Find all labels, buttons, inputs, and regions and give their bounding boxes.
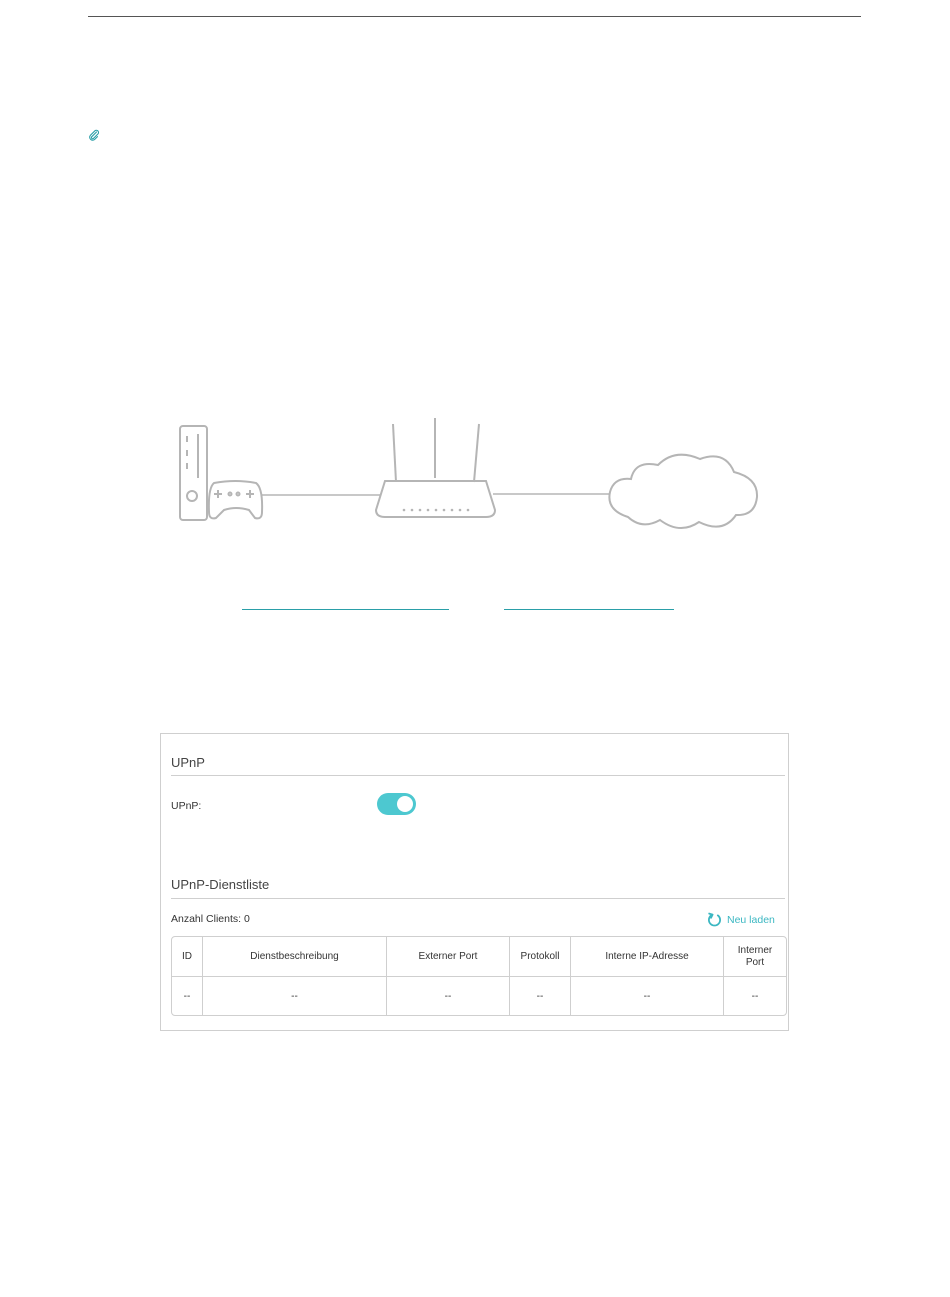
column-header-internal-port: Interner Port	[724, 937, 786, 977]
column-header-external-port: Externer Port	[387, 937, 510, 977]
table-row: -- -- -- -- -- --	[172, 977, 786, 1015]
column-header-internal-ip: Interne IP-Adresse	[571, 937, 724, 977]
service-list-title: UPnP-Dienstliste	[171, 877, 270, 892]
column-header-protocol: Protokoll	[510, 937, 571, 977]
section-divider	[171, 898, 785, 899]
table-header-row: ID Dienstbeschreibung Externer Port Prot…	[172, 937, 786, 977]
column-header-description: Dienstbeschreibung	[203, 937, 387, 977]
column-header-id: ID	[172, 937, 203, 977]
cell-description: --	[203, 977, 387, 1015]
cloud-icon	[608, 453, 759, 529]
upnp-toggle-label: UPnP:	[171, 800, 202, 812]
paperclip-icon	[89, 129, 100, 141]
cell-id: --	[172, 977, 203, 1015]
upnp-section-title: UPnP	[171, 755, 205, 770]
cell-internal-ip: --	[571, 977, 724, 1015]
top-divider	[88, 16, 861, 17]
router-icon	[374, 418, 497, 518]
column-header-internal-port-text: Interner Port	[737, 944, 773, 968]
game-console-icon	[179, 425, 208, 521]
network-diagram	[179, 418, 759, 529]
section-divider	[171, 775, 785, 776]
cell-protocol: --	[510, 977, 571, 1015]
service-table: ID Dienstbeschreibung Externer Port Prot…	[171, 936, 787, 1016]
client-count: Anzahl Clients: 0	[171, 913, 250, 925]
reload-button[interactable]: Neu laden	[707, 912, 775, 927]
refresh-icon	[708, 912, 721, 927]
link-underline-1[interactable]	[242, 609, 449, 610]
cell-internal-port: --	[751, 990, 759, 1002]
gamepad-icon	[207, 480, 264, 520]
reload-label: Neu laden	[727, 913, 775, 926]
upnp-panel: UPnP UPnP: UPnP-Dienstliste Anzahl Clien…	[160, 733, 789, 1031]
link-underline-2[interactable]	[504, 609, 674, 610]
upnp-toggle-switch[interactable]	[377, 793, 416, 815]
cell-external-port: --	[387, 977, 510, 1015]
toggle-knob	[397, 796, 413, 812]
